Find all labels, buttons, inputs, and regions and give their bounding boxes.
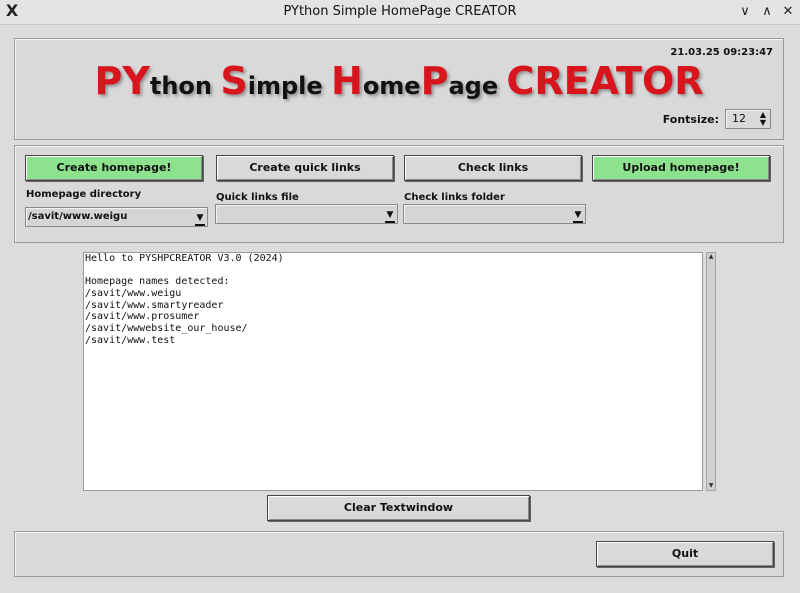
clear-textwindow-button[interactable]: Clear Textwindow [267, 495, 530, 521]
fontsize-spinbox[interactable]: 12 ▲ ▼ [725, 109, 771, 129]
check-links-button[interactable]: Check links [404, 155, 582, 181]
minimize-icon[interactable]: ∨ [735, 2, 755, 22]
text-line [84, 265, 702, 277]
upload-homepage-button[interactable]: Upload homepage! [592, 155, 770, 181]
close-icon[interactable]: ✕ [778, 2, 798, 22]
banner-segment: imple [247, 72, 331, 100]
banner-segment: thon [149, 72, 221, 100]
spin-down-icon[interactable]: ▼ [758, 119, 768, 127]
text-line: /savit/www.weigu [85, 288, 182, 300]
homepage-directory-label: Homepage directory [26, 189, 142, 200]
chevron-down-icon[interactable]: ▼ [385, 209, 395, 223]
banner-segment: ome [362, 72, 421, 100]
quick-links-file-combo[interactable]: ▼ [215, 204, 398, 224]
banner-segment: CREATOR [506, 59, 704, 103]
window-title: PYthon Simple HomePage CREATOR [283, 4, 517, 19]
homepage-directory-combo[interactable]: /savit/www.weigu ▼ [25, 207, 208, 227]
banner-segment: age [448, 72, 507, 100]
banner-segment: H [331, 59, 363, 103]
datetime-display: 21.03.25 09:23:47 [670, 47, 773, 58]
textwindow-scrollbar[interactable]: ▲ ▼ [706, 252, 716, 491]
quit-button[interactable]: Quit [596, 541, 774, 567]
header-panel: 21.03.25 09:23:47 PYthon Simple HomePage… [14, 38, 784, 140]
text-line: /savit/www.test [85, 334, 176, 346]
quick-links-file-label: Quick links file [216, 192, 299, 203]
check-links-folder-label: Check links folder [404, 192, 505, 203]
fontsize-value[interactable]: 12 [732, 110, 746, 128]
create-homepage-button[interactable]: Create homepage! [25, 155, 203, 181]
create-quick-links-button[interactable]: Create quick links [216, 155, 394, 181]
window-titlebar: X PYthon Simple HomePage CREATOR ∨ ∧ ✕ [0, 0, 800, 25]
text-line: /savit/www.smartyreader [85, 299, 224, 311]
text-line: Hello to PYSHPCREATOR V3.0 (2024) [85, 253, 284, 264]
banner-segment: S [220, 59, 248, 103]
chevron-down-icon[interactable]: ▼ [195, 212, 205, 226]
text-line: Homepage names detected: [85, 276, 230, 288]
fontsize-label: Fontsize: [662, 113, 719, 126]
homepage-directory-value[interactable]: /savit/www.weigu [28, 208, 127, 226]
scroll-up-icon[interactable]: ▲ [707, 253, 715, 261]
scroll-down-icon[interactable]: ▼ [707, 482, 715, 490]
banner-segment: P [420, 59, 449, 103]
check-links-folder-combo[interactable]: ▼ [403, 204, 586, 224]
chevron-down-icon[interactable]: ▼ [573, 209, 583, 223]
app-banner-title: PYthon Simple HomePage CREATOR [15, 59, 783, 103]
controls-panel: Create homepage! Create quick links Chec… [14, 145, 784, 243]
banner-segment: PY [94, 59, 150, 103]
text-line: /savit/www.prosumer [85, 311, 200, 323]
maximize-icon[interactable]: ∧ [757, 2, 777, 22]
text-line: /savit/wwwebsite_our_house/ [85, 323, 248, 335]
output-textwindow[interactable]: Hello to PYSHPCREATOR V3.0 (2024) Homepa… [83, 252, 703, 491]
bottom-panel: Quit [14, 531, 784, 577]
